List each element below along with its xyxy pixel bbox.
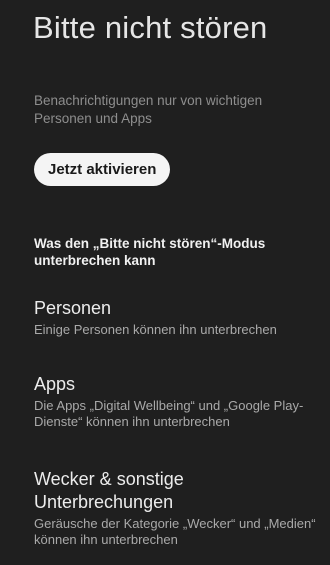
alarms-preference-summary: Geräusche der Kategorie „Wecker“ und „Me…	[34, 516, 316, 547]
apps-preference-title: Apps	[34, 374, 76, 394]
page-title: Bitte nicht stören	[33, 10, 268, 45]
apps-preference-summary: Die Apps „Digital Wellbeing“ und „Google…	[34, 398, 304, 429]
apps-preference-item[interactable]: Apps Die Apps „Digital Wellbeing“ und „G…	[34, 373, 319, 430]
interruptions-section-heading: Was den „Bitte nicht stören“-Modus unter…	[34, 236, 266, 268]
people-preference-item[interactable]: Personen Einige Personen können ihn unte…	[34, 297, 319, 338]
page-description: Benachrichtigungen nur von wichtigen Per…	[34, 93, 263, 126]
alarms-other-interruptions-preference-item[interactable]: Wecker & sonstige Unterbrechungen Geräus…	[34, 468, 319, 548]
people-preference-title: Personen	[34, 298, 112, 318]
people-preference-summary: Einige Personen können ihn unterbrechen	[34, 322, 277, 337]
activate-now-button[interactable]: Jetzt aktivieren	[34, 153, 171, 186]
alarms-preference-title: Wecker & sonstige Unterbrechungen	[34, 469, 184, 512]
